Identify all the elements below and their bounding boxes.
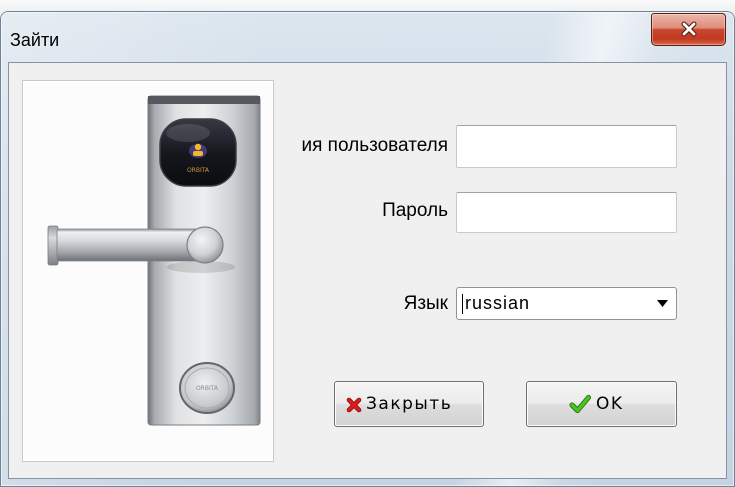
lock-plate-top-edge xyxy=(148,96,260,104)
ok-button[interactable]: OK xyxy=(526,381,677,427)
username-input[interactable] xyxy=(456,125,677,168)
login-dialog: Зайти ORBITA ORBITA ия пользователя Паро… xyxy=(0,11,735,487)
dialog-body: ORBITA ORBITA ия пользователя Пароль Язы… xyxy=(8,62,727,479)
language-select[interactable]: russian xyxy=(456,287,677,320)
red-x-icon xyxy=(346,397,362,413)
lock-image-panel: ORBITA ORBITA xyxy=(22,80,274,462)
card-reader-gloss xyxy=(166,124,210,142)
key-cover-brand-text: ORBITA xyxy=(196,385,219,392)
close-button-label: Закрыть xyxy=(366,394,453,414)
language-select-value: russian xyxy=(465,293,531,313)
door-handle xyxy=(56,228,208,262)
close-dialog-button[interactable]: Закрыть xyxy=(334,381,484,427)
door-handle-end-cap xyxy=(47,225,59,266)
window-title: Зайти xyxy=(10,30,60,50)
username-label: ия пользователя xyxy=(301,135,449,156)
password-label: Пароль xyxy=(382,200,448,221)
handle-hub xyxy=(186,226,224,264)
green-checkmark-icon xyxy=(569,394,591,414)
close-icon xyxy=(681,21,697,37)
chevron-down-icon[interactable] xyxy=(657,300,668,307)
language-label: Язык xyxy=(403,293,448,314)
door-lock-image: ORBITA ORBITA xyxy=(47,95,261,426)
password-input[interactable] xyxy=(456,192,677,233)
card-reader-brand-text: ORBITA xyxy=(187,167,210,174)
text-cursor xyxy=(462,294,463,314)
ok-button-label: OK xyxy=(596,394,624,414)
window-close-button[interactable] xyxy=(651,13,726,46)
title-bar[interactable]: Зайти xyxy=(0,11,735,62)
